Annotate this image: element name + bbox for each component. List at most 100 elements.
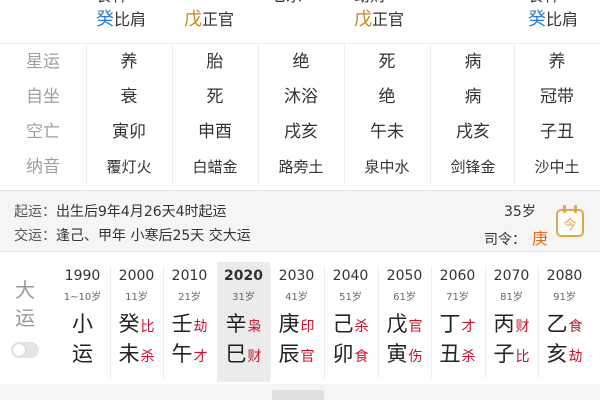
qiyun-text: 出生后9年4月26天4时起运 [56, 204, 227, 220]
grid-cell: 戌亥 [456, 122, 490, 142]
dayun-age: 11岁 [125, 292, 148, 303]
dayun-toggle-switch[interactable] [11, 342, 39, 358]
dayun-stem: 癸 [118, 312, 140, 336]
bottom-tab-indicator[interactable] [272, 390, 324, 400]
dayun-stem-line: 壬劫 [163, 308, 216, 338]
grid-cell: 覆灯火 [106, 158, 152, 176]
dayun-stem-line: 丙财 [485, 308, 538, 338]
dayun-age: 71岁 [446, 292, 469, 303]
dayun-branch: 子 [493, 342, 515, 366]
grid-row: 自坐 衰 死 沐浴 绝 病 冠带 [0, 80, 600, 115]
dayun-divider [485, 266, 486, 378]
grid-cell: 养 [120, 52, 138, 72]
dayun-ten-god: 才 [461, 319, 476, 335]
grid-row-label: 空亡 [26, 122, 60, 142]
dayun-age: 1~10岁 [63, 292, 102, 303]
jiaoyun-text: 逢己、甲年 小寒后25天 交大运 [56, 228, 251, 244]
grid-cell: 路旁土 [278, 158, 324, 176]
dayun-ten-god: 杀 [140, 349, 155, 365]
dayun-ten-god: 比 [515, 349, 530, 365]
dayun-column-2080[interactable]: 2080 91岁 乙食 亥劫 [538, 262, 591, 382]
grid-cell: 午未 [370, 122, 404, 142]
dayun-stem: 戊 [386, 312, 408, 336]
heavenly-stem: 癸 [96, 9, 114, 30]
dayun-divider [163, 266, 164, 378]
top-pillar-line: 癸比肩 [528, 10, 578, 30]
grid-cell: 沙中土 [534, 158, 580, 176]
dayun-branch: 丑 [439, 342, 461, 366]
top-pillar-line: 戊正官 [354, 10, 404, 30]
grid-row: 星运 养 胎 绝 死 病 养 [0, 45, 600, 80]
grid-row-label: 自坐 [26, 87, 60, 107]
grid-cell: 衰 [120, 87, 138, 107]
dayun-stem: 丁 [439, 312, 461, 336]
dayun-stem: 己 [332, 312, 354, 336]
dayun-age: 51岁 [339, 292, 362, 303]
grid-row-label: 纳音 [26, 157, 60, 177]
current-age: 35岁 [504, 204, 536, 220]
grid-divider [344, 45, 345, 185]
grid-cell: 死 [378, 52, 396, 72]
dayun-stem-line: 乙食 [538, 308, 591, 338]
dayun-age: 91岁 [553, 292, 576, 303]
dayun-ten-god: 伤 [408, 349, 423, 365]
dayun-column-2070[interactable]: 2070 81岁 丙财 子比 [485, 262, 538, 382]
dayun-branch-line: 卯食 [324, 338, 377, 368]
dayun-column-2050[interactable]: 2050 61岁 戊官 寅伤 [378, 262, 431, 382]
dayun-column-2010[interactable]: 2010 21岁 壬劫 午才 [163, 262, 216, 382]
dayun-column-2040[interactable]: 2040 51岁 己杀 卯食 [324, 262, 377, 382]
dayun-stem-line: 辛枭 [217, 308, 270, 338]
grid-row: 空亡 寅卯 申酉 戌亥 午未 戌亥 子丑 [0, 115, 600, 150]
grid-cell: 养 [548, 52, 566, 72]
dayun-divider [431, 266, 432, 378]
grid-cell: 沐浴 [284, 87, 318, 107]
top-pillar-line: 戊正官 [184, 10, 234, 30]
dayun-stem-line: 己杀 [324, 308, 377, 338]
dayun-ten-god: 官 [408, 319, 423, 335]
dayun-branch-line: 辰官 [270, 338, 323, 368]
dayun-branch-line: 午才 [163, 338, 216, 368]
dayun-strip: 大 运 1990 1~10岁小运 2000 11岁 癸比 未杀 2010 21岁 壬劫 午才 202… [0, 262, 600, 382]
calendar-today-button[interactable]: 今 [556, 205, 584, 237]
dayun-stem: 乙 [546, 312, 568, 336]
ten-god-label: 比肩 [114, 10, 147, 29]
dayun-branch: 午 [171, 342, 193, 366]
dayun-ten-god: 财 [247, 349, 262, 365]
ten-god-label: 七杀 [270, 0, 302, 5]
grid-divider [86, 45, 87, 185]
grid-cell: 泉中水 [364, 158, 410, 176]
dayun-ten-god: 印 [300, 319, 315, 335]
dayun-branch-line: 运 [56, 338, 109, 368]
siling-row: 司令： 庚 [484, 225, 548, 249]
grid-divider [430, 45, 431, 185]
dayun-branch: 巳 [225, 342, 247, 366]
top-pillar-line: 食神 [528, 0, 560, 6]
siling-label: 司令： [484, 232, 526, 248]
grid-cell: 死 [206, 87, 224, 107]
dayun-age: 81岁 [500, 292, 523, 303]
heavenly-stem: 戊 [184, 9, 202, 30]
dayun-column-1990[interactable]: 1990 1~10岁小运 [56, 262, 109, 382]
dayun-year: 2060 [439, 268, 476, 284]
ten-god-label: 食神 [528, 0, 560, 5]
dayun-year: 2000 [118, 268, 155, 284]
dayun-column-2020[interactable]: 2020 31岁 辛枭 巳财 [217, 262, 270, 382]
ten-god-label: 劫财 [354, 0, 386, 5]
dayun-ten-god: 才 [193, 349, 208, 365]
dayun-branch-line: 亥劫 [538, 338, 591, 368]
dayun-ten-god: 食 [568, 319, 583, 335]
dayun-divider [110, 266, 111, 378]
ten-god-label: 比肩 [546, 10, 579, 29]
dayun-ten-god: 比 [140, 319, 155, 335]
dayun-stem: 丙 [493, 312, 515, 336]
dayun-age: 41岁 [285, 292, 308, 303]
ten-god-label: 正官 [372, 10, 405, 29]
ten-god-label: 正官 [202, 10, 235, 29]
dayun-branch-line: 子比 [485, 338, 538, 368]
dayun-column-2030[interactable]: 2030 41岁 庚印 辰官 [270, 262, 323, 382]
dayun-column-2000[interactable]: 2000 11岁 癸比 未杀 [110, 262, 163, 382]
calendar-icon: 今 [563, 218, 577, 233]
dayun-branch-line: 丑杀 [431, 338, 484, 368]
dayun-column-2060[interactable]: 2060 71岁丁才丑杀 [431, 262, 484, 382]
dayun-year: 2080 [546, 268, 583, 284]
